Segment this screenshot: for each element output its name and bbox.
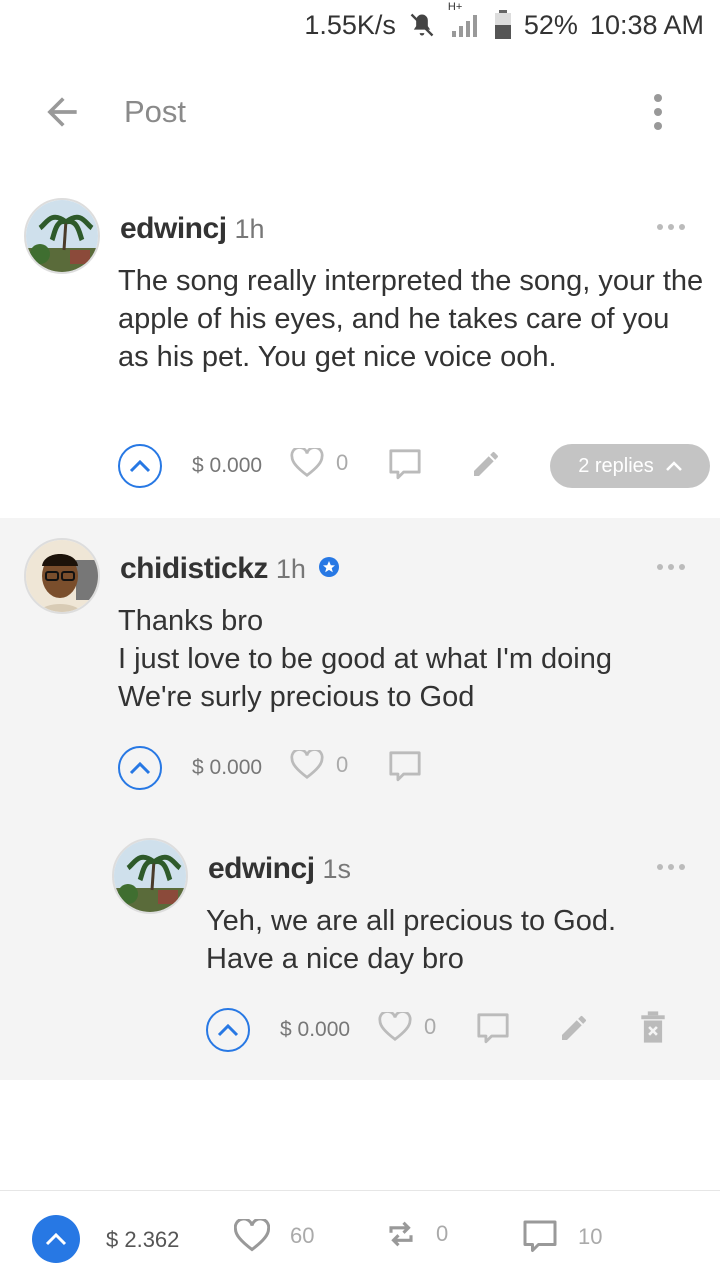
status-bar: 1.55K/s H+ 52% 10:38 AM [0, 0, 720, 50]
like-button[interactable]: 0 [378, 1012, 436, 1042]
post-upvote-button[interactable] [32, 1215, 80, 1263]
like-button[interactable]: 0 [290, 448, 348, 478]
post-comment-button[interactable]: 10 [522, 1219, 602, 1255]
reblog-count: 0 [436, 1221, 449, 1246]
author-line: chidistickz 1h [120, 552, 340, 586]
like-count: 0 [336, 752, 349, 777]
clock: 10:38 AM [589, 9, 704, 40]
more-horizontal-icon[interactable] [657, 564, 685, 570]
payout-value: $ 0.000 [280, 1018, 351, 1041]
author-name[interactable]: chidistickz [120, 552, 268, 586]
payout-value: $ 0.000 [192, 756, 263, 779]
heart-icon [290, 448, 324, 477]
comment-age: 1s [322, 854, 352, 884]
heart-icon [234, 1219, 270, 1252]
author-name[interactable]: edwincj [120, 212, 227, 246]
post-like-button[interactable]: 60 [234, 1219, 314, 1253]
trash-icon[interactable] [640, 1010, 666, 1049]
battery-icon [494, 10, 512, 40]
arrow-left-icon[interactable] [40, 90, 84, 134]
mute-icon [408, 11, 436, 39]
comment-text: The song really interpreted the song, yo… [118, 265, 704, 373]
reply-icon[interactable] [476, 1012, 510, 1051]
net-speed: 1.55K/s [304, 9, 396, 40]
author-line: edwincj 1h [120, 212, 265, 246]
chevron-up-icon [45, 1232, 67, 1246]
replies-toggle-button[interactable]: 2 replies [550, 444, 710, 488]
chevron-up-icon [129, 459, 151, 473]
app-bar: Post [0, 70, 720, 154]
more-vertical-icon[interactable] [646, 90, 670, 134]
avatar[interactable] [24, 538, 100, 614]
like-count: 0 [424, 1014, 437, 1039]
upvote-button[interactable] [118, 746, 162, 790]
author-name[interactable]: edwincj [208, 852, 315, 886]
upvote-button[interactable] [118, 444, 162, 488]
like-button[interactable]: 0 [290, 750, 348, 780]
comment-text-line: We're surly precious to God [118, 681, 475, 713]
reply-icon[interactable] [388, 750, 422, 789]
comment-age: 1h [234, 214, 265, 244]
reblog-icon [389, 1221, 413, 1247]
comment-body: The song really interpreted the song, yo… [118, 262, 708, 376]
comment-body: Thanks bro I just love to be good at wha… [118, 602, 708, 716]
comment-text-line: I just love to be good at what I'm doing [118, 643, 613, 675]
verified-badge-icon [318, 556, 340, 583]
comment-text-line: Thanks bro [118, 605, 264, 637]
network-type: H+ [447, 1, 463, 13]
like-count: 0 [336, 450, 349, 475]
comment-age: 1h [275, 554, 306, 584]
chevron-up-icon [217, 1023, 239, 1037]
edit-icon[interactable] [558, 1012, 590, 1049]
avatar[interactable] [112, 838, 188, 914]
author-line: edwincj 1s [208, 852, 351, 886]
post-like-count: 60 [290, 1223, 315, 1248]
comment-actions: $ 0.000 0 [118, 746, 438, 794]
comment-text-line: Yeh, we are all precious to God. [206, 905, 617, 937]
heart-icon [378, 1012, 412, 1041]
reblog-button[interactable]: 0 [386, 1219, 448, 1249]
more-horizontal-icon[interactable] [657, 224, 685, 230]
more-horizontal-icon[interactable] [657, 864, 685, 870]
edit-icon[interactable] [470, 448, 502, 485]
replies-label: 2 replies [578, 454, 654, 477]
post-payout: $ 2.362 [106, 1227, 180, 1252]
signal-icon: H+ [448, 1, 482, 39]
replies-section: chidistickz 1h Thanks bro I just love to… [0, 518, 720, 1080]
payout-value: $ 0.000 [192, 454, 263, 477]
post-action-bar: $ 2.362 60 0 10 [0, 1190, 720, 1281]
comment-actions: $ 0.000 0 [206, 1008, 676, 1056]
comment-text-line: Have a nice day bro [206, 943, 464, 975]
upvote-button[interactable] [206, 1008, 250, 1052]
comment-icon [523, 1220, 557, 1252]
page-title: Post [124, 94, 187, 129]
battery-percent: 52% [523, 9, 578, 40]
avatar[interactable] [24, 198, 100, 274]
chevron-up-icon [665, 461, 682, 471]
heart-icon [290, 750, 324, 779]
comment-count: 10 [578, 1224, 603, 1249]
chevron-up-icon [129, 761, 151, 775]
reply-icon[interactable] [388, 448, 422, 487]
comment-actions: $ 0.000 0 [118, 444, 538, 492]
comment-body: Yeh, we are all precious to God. Have a … [206, 902, 706, 978]
